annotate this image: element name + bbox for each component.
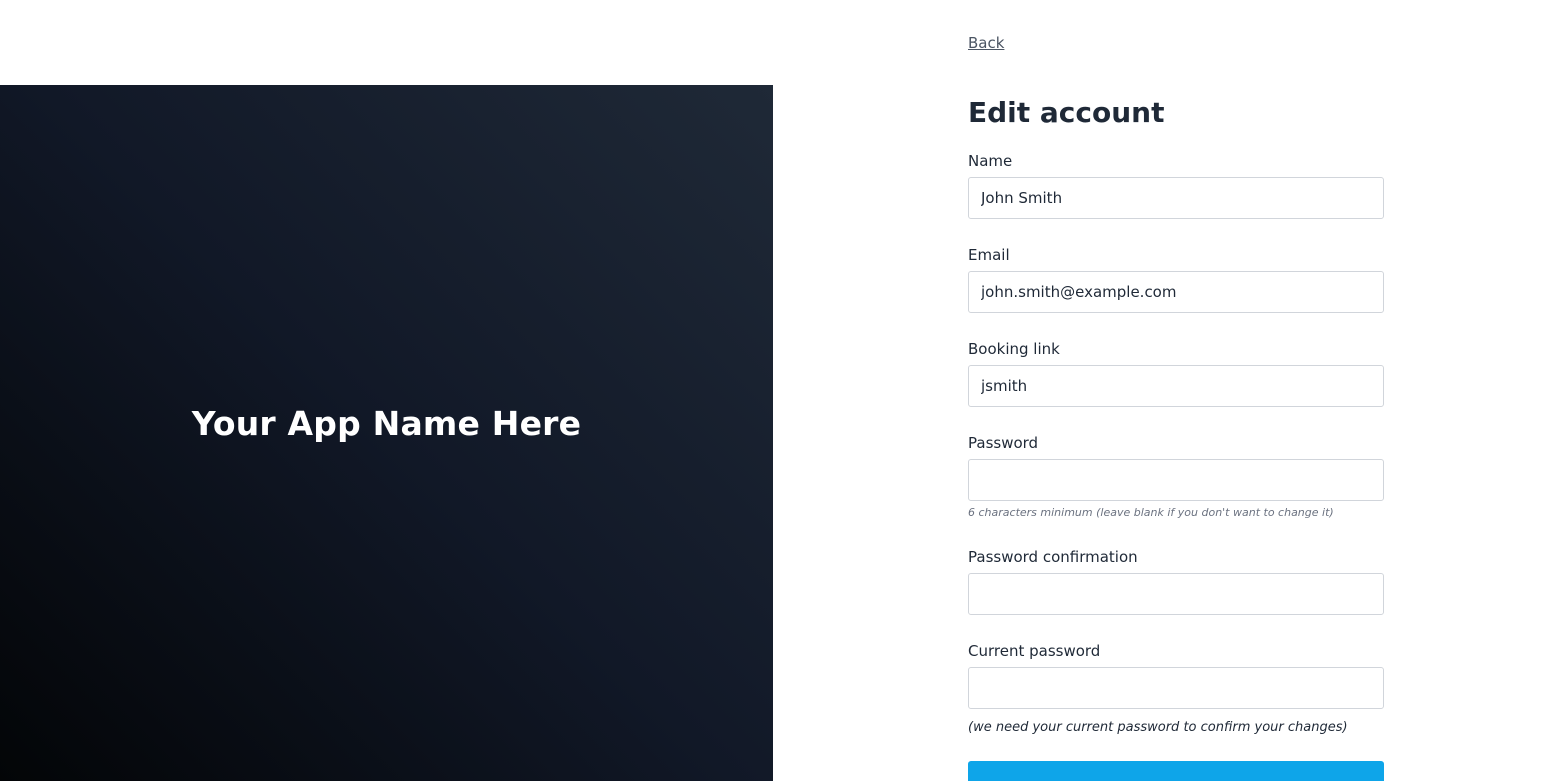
email-input[interactable]: [968, 271, 1384, 313]
password-input[interactable]: [968, 459, 1384, 501]
booking-link-label: Booking link: [968, 340, 1060, 358]
current-password-hint: (we need your current password to confir…: [968, 720, 1348, 735]
app-name: Your App Name Here: [191, 403, 582, 443]
current-password-input[interactable]: [968, 667, 1384, 709]
name-input[interactable]: [968, 177, 1384, 219]
password-hint: 6 characters minimum (leave blank if you…: [968, 506, 1334, 519]
page-title: Edit account: [968, 96, 1165, 129]
current-password-label: Current password: [968, 642, 1101, 660]
name-field-group: Name: [968, 151, 1384, 219]
password-confirmation-input[interactable]: [968, 573, 1384, 615]
email-field-group: Email: [968, 245, 1384, 313]
update-button[interactable]: Update: [968, 761, 1384, 781]
name-label: Name: [968, 152, 1013, 170]
password-confirmation-label: Password confirmation: [968, 548, 1138, 566]
brand-panel: Your App Name Here: [0, 85, 773, 781]
back-link[interactable]: Back: [968, 34, 1004, 52]
email-label: Email: [968, 246, 1010, 264]
password-confirmation-field-group: Password confirmation: [968, 547, 1384, 615]
booking-link-input[interactable]: [968, 365, 1384, 407]
current-password-field-group: Current password (we need your current p…: [968, 641, 1384, 735]
edit-account-page: Your App Name Here Back Edit account Nam…: [0, 0, 1563, 781]
password-label: Password: [968, 434, 1039, 452]
booking-link-field-group: Booking link: [968, 339, 1384, 407]
password-field-group: Password 6 characters minimum (leave bla…: [968, 433, 1384, 519]
